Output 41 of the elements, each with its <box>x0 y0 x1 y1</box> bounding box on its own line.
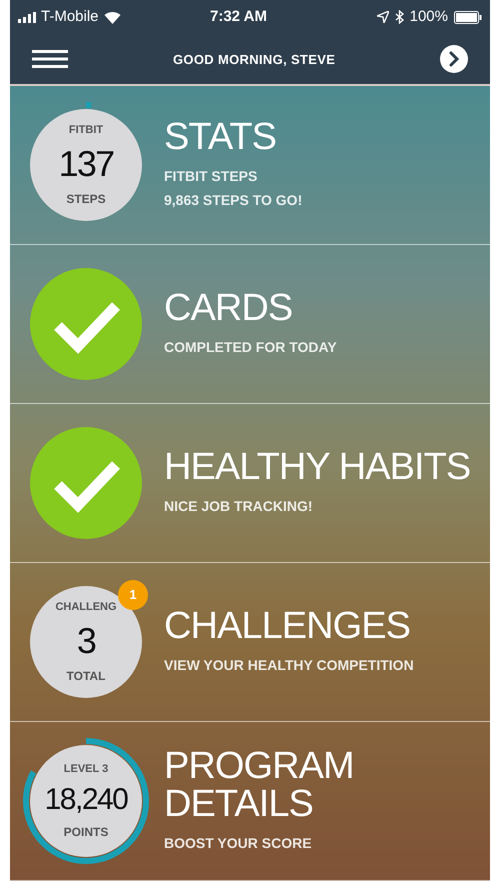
row-subtitle: COMPLETED FOR TODAY <box>164 338 337 357</box>
circle-value: 18,240 <box>44 785 128 816</box>
row-subtitle: BOOST YOUR SCORE <box>164 834 313 853</box>
circle-label: FITBIT <box>68 122 104 138</box>
circle-value: 137 <box>58 146 114 182</box>
row-subtitle: VIEW YOUR HEALTHY COMPETITION <box>164 656 414 675</box>
notification-badge: 1 <box>118 580 148 610</box>
row-subtitle: FITBIT STEPS <box>164 167 258 186</box>
location-arrow-icon <box>376 11 389 24</box>
circle-label: POINTS <box>64 824 108 842</box>
battery-percent: 100% <box>410 7 448 28</box>
menu-icon <box>32 50 68 68</box>
forward-button[interactable] <box>440 45 468 74</box>
dashboard-row[interactable]: CARDS COMPLETED FOR TODAY <box>10 245 490 404</box>
checkmark-circle-icon <box>30 268 142 380</box>
circle-label: LEVEL 3 <box>64 762 108 777</box>
row-title: STATS <box>164 118 278 156</box>
checkmark-circle-icon <box>30 427 142 539</box>
battery-icon <box>454 10 482 24</box>
signal-icon <box>18 12 36 23</box>
chevron-right-icon <box>448 51 460 68</box>
circle-value: 3 <box>76 623 96 660</box>
circle-label: CHALLENG <box>55 600 117 615</box>
row-subtitle: 9,863 STEPS TO GO! <box>164 191 302 210</box>
dashboard-row[interactable]: CHALLENG 3 TOTAL 1 CHALLENGES VIEW YOUR HEALTHY COMPETITION <box>10 563 490 722</box>
carrier-name: T-Mobile <box>41 7 99 28</box>
circle-label: STEPS <box>66 191 106 208</box>
row-title: PROGRAM DETAILS <box>164 747 355 823</box>
row-title: CARDS <box>164 289 294 327</box>
row-title: CHALLENGES <box>164 607 412 645</box>
dashboard-row[interactable]: HEALTHY HABITS NICE JOB TRACKING! <box>10 404 490 563</box>
bluetooth-icon <box>394 10 404 24</box>
dashboard-row[interactable]: LEVEL 3 18,240 POINTS PROGRAM DETAILS BOOST YOUR SCORE <box>10 722 490 881</box>
clock-time: 7:32 AM <box>210 7 267 28</box>
menu-button[interactable] <box>32 48 68 70</box>
wifi-icon <box>104 10 121 24</box>
dashboard-row[interactable]: FITBIT 137 STEPS STATS FITBIT STEPS 9,863 STEPS TO GO! <box>10 86 490 245</box>
circle-label: TOTAL <box>66 668 106 686</box>
greeting-title: GOOD MORNING, STEVE <box>173 50 336 69</box>
row-title: HEALTHY HABITS <box>164 448 470 486</box>
row-subtitle: NICE JOB TRACKING! <box>164 497 314 516</box>
